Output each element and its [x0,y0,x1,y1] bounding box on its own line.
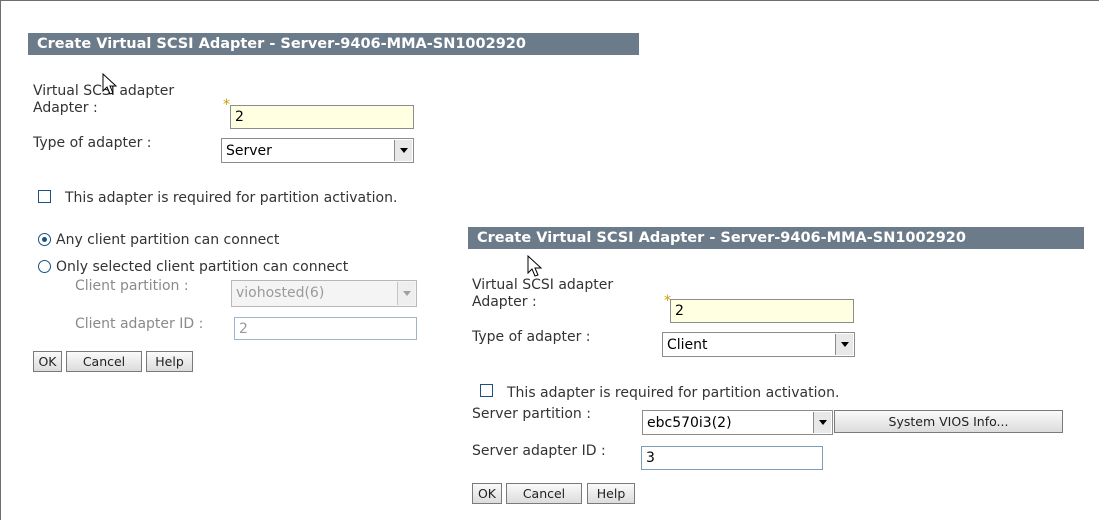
right-help-button[interactable]: Help [587,483,635,504]
left-type-select-value: Server [226,143,272,159]
server-partition-label: Server partition : [472,406,591,422]
dropdown-arrow-icon[interactable] [835,334,853,355]
left-adapter-label: Adapter : [33,100,98,116]
right-adapter-label: Adapter : [472,294,537,310]
client-adapter-id-label: Client adapter ID : [75,316,204,332]
client-partition-label: Client partition : [75,278,189,294]
right-cancel-button[interactable]: Cancel [506,483,582,504]
radio-only-selected-client[interactable] [38,260,51,273]
system-vios-info-button[interactable]: System VIOS Info... [834,410,1063,433]
dropdown-arrow-icon[interactable] [397,282,415,305]
mouse-pointer-icon [527,255,543,277]
left-activation-checkbox[interactable] [38,190,51,203]
server-adapter-id-input[interactable]: 3 [641,446,823,470]
client-adapter-id-input[interactable]: 2 [234,317,417,340]
right-activation-checkbox[interactable] [480,384,493,397]
right-ok-button[interactable]: OK [472,483,502,504]
left-type-select[interactable]: Server [221,138,414,163]
dropdown-arrow-icon[interactable] [394,140,412,161]
right-activation-label: This adapter is required for partition a… [507,385,840,401]
client-partition-value: viohosted(6) [236,285,325,301]
server-partition-select[interactable]: ebc570i3(2) [642,410,833,435]
right-type-select-value: Client [667,337,708,353]
right-type-label: Type of adapter : [472,329,591,345]
mouse-pointer-icon [102,73,118,95]
radio-selected-dot [42,237,47,242]
left-activation-label: This adapter is required for partition a… [65,190,398,206]
server-adapter-id-label: Server adapter ID : [472,443,606,459]
left-ok-button[interactable]: OK [33,351,62,372]
left-cancel-button[interactable]: Cancel [66,351,142,372]
right-adapter-input[interactable]: 2 [670,299,854,323]
dropdown-arrow-icon[interactable] [813,412,831,433]
client-partition-select[interactable]: viohosted(6) [231,280,417,307]
left-required-mark: * [223,97,230,113]
radio-only-selected-client-label: Only selected client partition can conne… [56,259,349,275]
right-dialog-title: Create Virtual SCSI Adapter - Server-940… [468,227,1084,249]
right-virtual-scsi-label: Virtual SCSI adapter [472,277,614,293]
left-adapter-input[interactable]: 2 [230,105,414,129]
radio-any-client[interactable] [38,233,51,246]
radio-any-client-label: Any client partition can connect [56,232,280,248]
left-dialog-title: Create Virtual SCSI Adapter - Server-940… [28,33,639,55]
left-type-label: Type of adapter : [33,135,152,151]
left-help-button[interactable]: Help [146,351,193,372]
right-type-select[interactable]: Client [662,332,855,357]
server-partition-value: ebc570i3(2) [647,415,732,431]
